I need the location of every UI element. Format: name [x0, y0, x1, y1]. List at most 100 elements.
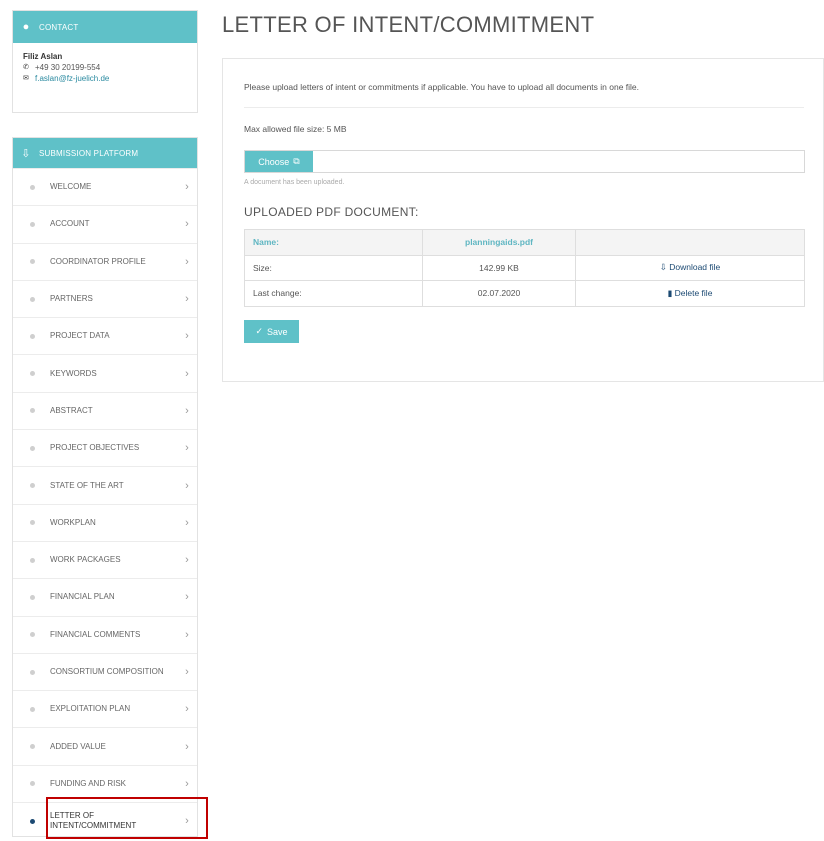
contact-email-line[interactable]: ✉ f.aslan@fz-juelich.de: [23, 73, 187, 84]
download-link[interactable]: ⇩ Download file: [660, 262, 721, 272]
bullet-icon: [30, 781, 35, 787]
nav-item-financial-comments[interactable]: FINANCIAL COMMENTS ›: [13, 615, 197, 653]
bullet-icon: [30, 744, 35, 750]
nav-item-project-objectives[interactable]: PROJECT OBJECTIVES ›: [13, 429, 197, 466]
nav-item-added-value[interactable]: ADDED VALUE ›: [13, 727, 197, 764]
delete-cell: ▮ Delete file: [575, 280, 805, 307]
nav-item-label: KEYWORDS: [50, 368, 97, 378]
bullet-icon: [30, 818, 35, 824]
save-button[interactable]: ✓ Save: [244, 320, 299, 343]
delete-link[interactable]: ▮ Delete file: [668, 288, 713, 298]
file-name-link[interactable]: planningaids.pdf: [422, 229, 576, 256]
upload-card: Please upload letters of intent or commi…: [222, 58, 824, 382]
chevron-right-icon: ›: [185, 815, 189, 828]
nav-item-label: WORK PACKAGES: [50, 555, 121, 565]
choose-file-button[interactable]: Choose ⧉: [245, 151, 313, 172]
size-value: 142.99 KB: [422, 254, 576, 281]
chevron-right-icon: ›: [185, 516, 189, 529]
contact-name: Filiz Aslan: [23, 52, 63, 61]
empty-cell: [575, 229, 805, 256]
table-row: Last change: 02.07.2020 ▮ Delete file: [244, 280, 805, 307]
bullet-icon: [30, 408, 35, 414]
bullet-icon: [30, 483, 35, 489]
copy-icon: ⧉: [293, 156, 300, 166]
file-name-input[interactable]: [313, 151, 804, 172]
download-label: Download file: [669, 262, 721, 273]
chevron-right-icon: ›: [185, 367, 189, 380]
nav-item-label: LETTER OF INTENT/COMMITMENT: [50, 811, 137, 831]
nav-item-label: PROJECT OBJECTIVES: [50, 443, 140, 453]
bullet-icon: [30, 184, 35, 190]
nav-item-project-data[interactable]: PROJECT DATA ›: [13, 317, 197, 354]
nav-item-label: ACCOUNT: [50, 219, 90, 229]
chevron-right-icon: ›: [185, 666, 189, 678]
nav-item-label: WELCOME: [50, 182, 92, 192]
save-label: Save: [267, 326, 288, 337]
nav-item-label: PARTNERS: [50, 294, 93, 304]
nav-item-account[interactable]: ACCOUNT ›: [13, 205, 197, 242]
choose-label: Choose: [258, 156, 290, 167]
nav-item-abstract[interactable]: ABSTRACT ›: [13, 391, 197, 429]
delete-label: Delete file: [674, 287, 713, 298]
contact-email[interactable]: f.aslan@fz-juelich.de: [35, 73, 109, 84]
nav-header-label: SUBMISSION PLATFORM: [39, 148, 139, 158]
nav-item-label: COORDINATOR PROFILE: [50, 256, 146, 266]
phone-icon: ✆: [23, 64, 29, 71]
chevron-right-icon: ›: [185, 218, 189, 231]
bullet-icon: [30, 296, 35, 302]
table-row: Size: 142.99 KB ⇩ Download file: [244, 254, 805, 281]
nav-item-label: CONSORTIUM COMPOSITION: [50, 667, 164, 676]
last-change-label: Last change:: [244, 280, 423, 307]
bullet-icon: [30, 632, 35, 638]
download-cell: ⇩ Download file: [575, 254, 805, 281]
nav-item-label: STATE OF THE ART: [50, 480, 124, 490]
nav-item-state-of-the-art[interactable]: STATE OF THE ART ›: [13, 466, 197, 503]
max-file-size: Max allowed file size: 5 MB: [244, 124, 347, 134]
nav-item-consortium-composition[interactable]: CONSORTIUM COMPOSITION ›: [13, 652, 197, 690]
upload-instructions: Please upload letters of intent or commi…: [244, 82, 640, 92]
nav-item-financial-plan[interactable]: FINANCIAL PLAN ›: [13, 578, 197, 615]
chevron-right-icon: ›: [185, 181, 189, 194]
bullet-icon: [30, 371, 35, 377]
contact-panel: ● CONTACT Filiz Aslan ✆ +49 30 20199-554…: [12, 10, 198, 113]
bullet-icon: [30, 669, 35, 675]
chevron-right-icon: ›: [185, 628, 189, 641]
chevron-right-icon: ›: [185, 404, 189, 417]
chevron-right-icon: ›: [185, 255, 189, 268]
bullet-icon: [30, 333, 35, 339]
contact-phone-line: ✆ +49 30 20199-554: [23, 62, 187, 73]
chevron-right-icon: ›: [185, 293, 189, 306]
envelope-icon: ✉: [23, 75, 29, 82]
bullet-icon: [30, 445, 35, 451]
nav-item-funding-and-risk[interactable]: FUNDING AND RISK ›: [13, 764, 197, 802]
nav-item-welcome[interactable]: WELCOME ›: [13, 168, 197, 205]
nav-item-partners[interactable]: PARTNERS ›: [13, 279, 197, 317]
chevron-right-icon: ›: [185, 479, 189, 492]
chevron-right-icon: ›: [185, 740, 189, 753]
last-change-value: 02.07.2020: [422, 280, 576, 307]
bullet-icon: [30, 594, 35, 600]
uploaded-doc-title: UPLOADED PDF DOCUMENT:: [244, 205, 419, 219]
chevron-right-icon: ›: [185, 777, 189, 790]
nav-item-label: ADDED VALUE: [50, 741, 106, 751]
nav-item-work-packages[interactable]: WORK PACKAGES ›: [13, 540, 197, 578]
nav-item-letter-of-intent-commitment[interactable]: LETTER OF INTENT/COMMITMENT ›: [13, 802, 197, 839]
bullet-icon: [30, 706, 35, 712]
file-upload-field[interactable]: Choose ⧉: [244, 150, 805, 173]
nav-item-label: FINANCIAL PLAN: [50, 592, 115, 602]
nav-item-coordinator-profile[interactable]: COORDINATOR PROFILE ›: [13, 242, 197, 280]
nav-item-workplan[interactable]: WORKPLAN ›: [13, 503, 197, 541]
name-label: Name:: [244, 229, 423, 256]
bullet-icon: [30, 557, 35, 563]
upload-status: A document has been uploaded.: [244, 179, 345, 186]
chevron-right-icon: ›: [185, 554, 189, 567]
nav-item-exploitation-plan[interactable]: EXPLOITATION PLAN ›: [13, 690, 197, 727]
uploaded-doc-table: Name: planningaids.pdf Size: 142.99 KB ⇩…: [244, 229, 805, 307]
submission-nav: ⇩ SUBMISSION PLATFORM WELCOME › ACCOUNT › CO…: [12, 137, 198, 837]
nav-item-keywords[interactable]: KEYWORDS ›: [13, 354, 197, 391]
chevron-right-icon: ›: [185, 442, 189, 455]
chat-icon: ●: [22, 21, 30, 33]
nav-header: ⇩ SUBMISSION PLATFORM: [13, 138, 197, 168]
chevron-right-icon: ›: [185, 330, 189, 343]
contact-header: ● CONTACT: [13, 11, 197, 43]
